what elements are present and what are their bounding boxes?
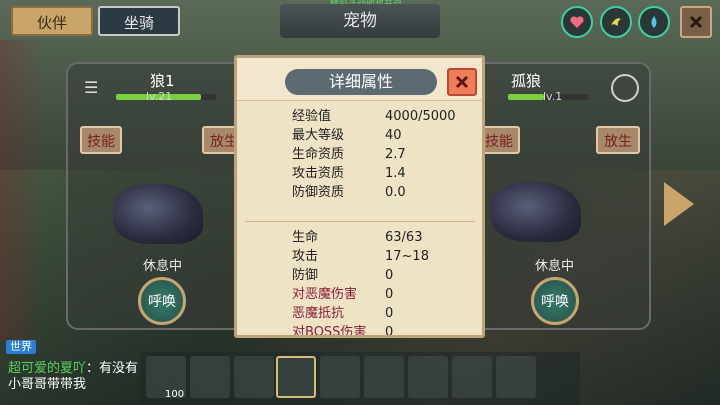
stat-value: 4000/5000 — [385, 109, 456, 124]
next-page-arrow-icon[interactable] — [664, 182, 694, 226]
item-count: 100 — [165, 389, 185, 400]
stat-value: 0 — [385, 268, 394, 283]
stat-value: 0 — [385, 325, 394, 338]
food-button[interactable] — [600, 6, 632, 38]
stat-label: 防御 — [292, 268, 319, 283]
heart-button[interactable] — [561, 6, 593, 38]
heart-icon — [570, 16, 584, 28]
stat-label: 最大等级 — [292, 128, 345, 143]
close-icon — [455, 75, 469, 89]
background-wall — [0, 40, 45, 340]
skill-button[interactable]: 技能 — [80, 126, 122, 154]
close-window-button[interactable] — [680, 6, 712, 38]
chat-channel-tag[interactable]: 世界 — [6, 340, 36, 354]
pet-name: 狼1 — [150, 72, 175, 90]
summon-button[interactable]: 呼唤 — [138, 277, 186, 325]
stat-value: 40 — [385, 128, 402, 143]
item-slot-selected[interactable] — [276, 356, 316, 398]
pet-status: 休息中 — [535, 259, 575, 274]
water-button[interactable] — [638, 6, 670, 38]
modal-close-button[interactable] — [447, 68, 477, 96]
wolf-sprite — [491, 182, 581, 242]
food-icon — [611, 18, 621, 26]
stat-label: 经验值 — [292, 109, 332, 124]
release-button[interactable]: 放生 — [596, 126, 640, 154]
chat-text: ：有没有 — [86, 361, 139, 376]
stat-value: 0.0 — [385, 185, 406, 200]
water-drop-icon — [651, 16, 657, 28]
list-icon[interactable]: ☰ — [84, 78, 98, 97]
item-slot[interactable] — [496, 356, 536, 398]
stat-label: 防御资质 — [292, 185, 345, 200]
stat-value: 63/63 — [385, 230, 423, 245]
detail-attributes-modal: 详细属性 经验值 4000/5000 最大等级 40 生命资质 2.7 攻击资质… — [234, 55, 485, 338]
stat-value: 0 — [385, 287, 394, 302]
item-slot[interactable] — [364, 356, 404, 398]
tab-partner[interactable]: 伙伴 — [11, 6, 93, 36]
item-bar — [140, 352, 580, 405]
stat-value: 17~18 — [385, 249, 429, 264]
tab-mount[interactable]: 坐骑 — [98, 6, 180, 36]
close-icon — [689, 15, 703, 29]
pet-hp-fill — [508, 94, 544, 100]
item-slot[interactable] — [408, 356, 448, 398]
refresh-icon[interactable] — [611, 74, 639, 102]
pet-level: lv.21 — [146, 90, 173, 103]
modal-title: 详细属性 — [285, 69, 437, 95]
item-slot[interactable] — [320, 356, 360, 398]
section-divider — [245, 221, 475, 222]
stat-label: 攻击资质 — [292, 166, 345, 181]
item-slot[interactable] — [452, 356, 492, 398]
pet-status: 休息中 — [143, 259, 183, 274]
stat-value: 0 — [385, 306, 394, 321]
stat-label: 生命 — [292, 230, 319, 245]
chat-message-continued: 小哥哥带带我 — [8, 377, 87, 392]
stat-label: 攻击 — [292, 249, 319, 264]
stat-value: 2.7 — [385, 147, 406, 162]
summon-button[interactable]: 呼唤 — [531, 277, 579, 325]
stat-value: 1.4 — [385, 166, 406, 181]
stat-label: 对BOSS伤害 — [292, 325, 367, 338]
modal-header: 详细属性 — [237, 58, 482, 101]
page-title: 宠物 — [280, 4, 440, 38]
item-slot[interactable] — [190, 356, 230, 398]
pet-level: lv.1 — [543, 90, 563, 103]
stat-label: 生命资质 — [292, 147, 345, 162]
item-slot[interactable] — [234, 356, 274, 398]
pet-name: 孤狼 — [511, 72, 542, 90]
wolf-sprite — [113, 184, 203, 244]
stat-label: 对恶魔伤害 — [292, 287, 358, 302]
stat-label: 恶魔抵抗 — [292, 306, 345, 321]
